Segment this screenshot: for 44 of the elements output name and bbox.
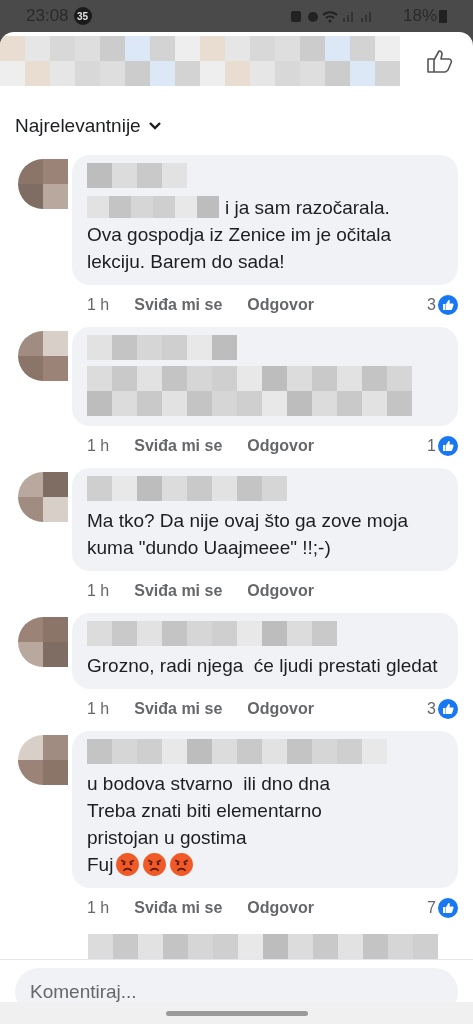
like-reaction-icon: [438, 435, 458, 456]
avatar: [18, 734, 68, 785]
reaction-count: 3: [427, 698, 436, 719]
avatar: [18, 471, 68, 522]
comment-text: pristojan u gostima: [87, 825, 247, 850]
comment-text: Ova gospodja iz Zenice im je očitala lekciju. Barem do sada!: [87, 222, 393, 274]
like-link[interactable]: Sviđa mi se: [134, 895, 223, 920]
comment-text: i ja sam razočarala.: [225, 195, 390, 220]
comment-text: Fuj: [87, 852, 114, 877]
reply-link[interactable]: Odgovor: [247, 433, 314, 458]
reply-link[interactable]: Odgovor: [247, 578, 314, 603]
like-link[interactable]: Sviđa mi se: [134, 578, 223, 603]
home-handle[interactable]: [165, 1010, 308, 1016]
comment-text: Grozno, radi njega će ljudi prestati gledat: [87, 653, 439, 678]
reaction-count: 3: [427, 294, 436, 315]
reaction-count: 1: [427, 435, 436, 456]
sort-dropdown[interactable]: Najrelevantnije: [15, 112, 161, 141]
wifi-icon: [321, 11, 338, 23]
like-icon[interactable]: [427, 49, 453, 73]
reply-link[interactable]: Odgovor: [247, 895, 314, 920]
like-link[interactable]: Sviđa mi se: [134, 433, 223, 458]
battery-icon: [439, 9, 447, 23]
reply-link[interactable]: Odgovor: [247, 696, 314, 721]
comment-time: 1 h: [87, 580, 110, 601]
comment-text: Ma tko? Da nije ovaj što ga zove moja kuma "dundo Uaajmeee" !!;-): [87, 508, 410, 560]
reaction-count: 7: [427, 897, 436, 918]
avatar: [18, 330, 68, 381]
comment-time: 1 h: [87, 897, 110, 918]
notification-badge: 35: [73, 7, 92, 25]
reply-link[interactable]: Odgovor: [247, 292, 314, 317]
like-reaction-icon: [438, 698, 458, 719]
avatar: [18, 158, 68, 209]
chevron-down-icon: [148, 122, 161, 131]
like-link[interactable]: Sviđa mi se: [134, 696, 223, 721]
comment-time: 1 h: [87, 698, 110, 719]
like-link[interactable]: Sviđa mi se: [134, 292, 223, 317]
avatar: [18, 616, 68, 667]
like-reaction-icon: [438, 897, 458, 918]
comment-text: Treba znati biti elementarno: [87, 798, 322, 823]
comment-input[interactable]: Komentiraj...: [15, 967, 458, 1002]
like-reaction-icon: [438, 294, 458, 315]
comment-text: u bodova stvarno ili dno dna: [87, 771, 330, 796]
comment-time: 1 h: [87, 435, 110, 456]
comment-time: 1 h: [87, 294, 110, 315]
